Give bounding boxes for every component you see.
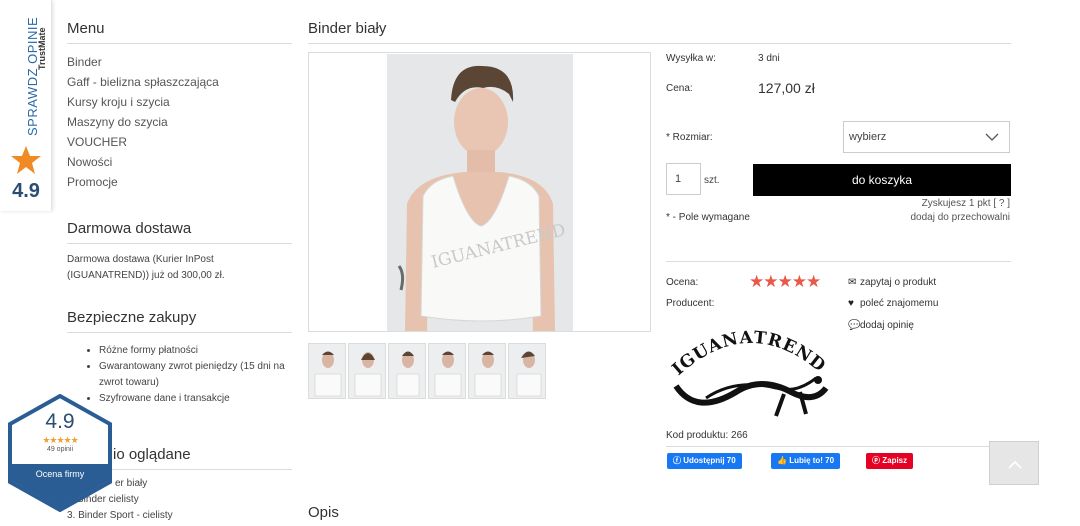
trustmate-brand: TrustMate bbox=[37, 27, 47, 70]
badge-review-count: 49 opinii bbox=[46, 446, 74, 453]
thumbnail-3[interactable] bbox=[388, 343, 426, 399]
thumbnail-6[interactable] bbox=[508, 343, 546, 399]
trustmate-tab[interactable]: SPRAWDZ OPINIE TrustMate 4.9 bbox=[0, 0, 52, 211]
heart-icon: ♥ bbox=[848, 298, 854, 309]
product-title: Binder biały bbox=[308, 20, 1011, 44]
size-select-value: wybierz bbox=[849, 131, 887, 143]
trustmate-score: 4.9 bbox=[12, 180, 40, 202]
thumbnail-4[interactable] bbox=[428, 343, 466, 399]
comment-icon: 💬 bbox=[848, 320, 861, 331]
menu-item-gaff[interactable]: Gaff - bielizna spłaszczająca bbox=[67, 72, 292, 92]
thumbnail-image bbox=[516, 351, 542, 397]
badge-stars: ★★★★★ bbox=[42, 435, 78, 445]
facebook-like-button[interactable]: 👍 Lubię to! 70 bbox=[771, 453, 841, 469]
chevron-down-icon bbox=[985, 133, 999, 141]
thumbnail-image bbox=[396, 351, 420, 397]
list-item: Szyfrowane dane i transakcje bbox=[99, 391, 292, 407]
product-price: 127,00 zł bbox=[758, 80, 815, 96]
facebook-share-button[interactable]: ⓕ Udostępnij 70 bbox=[667, 453, 742, 469]
thumbnail-image bbox=[354, 352, 382, 397]
producer-label: Producent: bbox=[666, 298, 715, 309]
rating-label: Ocena: bbox=[666, 277, 699, 288]
product-photo: IGUANATREND bbox=[387, 54, 573, 331]
description-heading: Opis bbox=[308, 504, 339, 521]
star-icon bbox=[11, 146, 41, 174]
scroll-to-top-button[interactable] bbox=[989, 441, 1039, 485]
thumbnail-image bbox=[474, 351, 502, 397]
list-item: Gwarantowany zwrot pieniędzy (15 dni na … bbox=[99, 359, 292, 391]
product-main-image[interactable]: IGUANATREND bbox=[308, 52, 651, 332]
product-code-value: 266 bbox=[731, 430, 748, 441]
menu-item-kursy[interactable]: Kursy kroju i szycia bbox=[67, 92, 292, 112]
producer-logo[interactable]: IGUANATREND bbox=[666, 318, 836, 423]
safe-shopping-heading: Bezpieczne zakupy bbox=[67, 309, 292, 333]
required-note: * - Pole wymagane bbox=[666, 212, 750, 223]
size-label: * Rozmiar: bbox=[666, 132, 713, 143]
rating-stars: ★★★★★ bbox=[749, 272, 821, 291]
recommend-label: poleć znajomemu bbox=[860, 298, 939, 309]
recommend-link[interactable]: ♥ poleć znajomemu bbox=[848, 298, 938, 309]
thumbs-up-icon: 👍 bbox=[777, 456, 790, 465]
chevron-up-icon bbox=[1008, 460, 1022, 469]
ask-about-product-link[interactable]: ✉ zapytaj o produkt bbox=[848, 277, 936, 288]
quantity-unit: szt. bbox=[704, 175, 720, 186]
envelope-icon: ✉ bbox=[848, 277, 857, 288]
trustmate-vertical-labels: SPRAWDZ OPINIE TrustMate bbox=[0, 14, 52, 139]
thumbnail-1[interactable] bbox=[308, 343, 346, 399]
size-select[interactable]: wybierz bbox=[843, 121, 1010, 153]
badge-label: Ocena firmy bbox=[35, 469, 85, 479]
shipping-value: 3 dni bbox=[758, 53, 780, 64]
shipping-label: Wysyłka w: bbox=[666, 53, 716, 64]
model-illustration: IGUANATREND bbox=[387, 54, 573, 331]
like-label: Lubię to! 70 bbox=[789, 456, 835, 465]
menu-item-binder[interactable]: Binder bbox=[67, 52, 292, 72]
thumbnail-5[interactable] bbox=[468, 343, 506, 399]
add-review-link[interactable]: 💬dodaj opinię bbox=[848, 320, 914, 331]
product-code: Kod produktu: 266 bbox=[666, 430, 748, 441]
quantity-input[interactable]: 1 bbox=[666, 163, 701, 195]
price-label: Cena: bbox=[666, 83, 693, 94]
list-item: Różne formy płatności bbox=[99, 343, 292, 359]
menu-item-maszyny[interactable]: Maszyny do szycia bbox=[67, 112, 292, 132]
thumbnail-2[interactable] bbox=[348, 343, 386, 399]
badge-score: 4.9 bbox=[45, 410, 75, 433]
thumbnail-image bbox=[314, 351, 342, 397]
product-code-label: Kod produktu: bbox=[666, 430, 729, 441]
add-to-cart-button[interactable]: do koszyka bbox=[753, 164, 1011, 196]
share-label: Udostępnij 70 bbox=[683, 456, 736, 465]
menu-item-promocje[interactable]: Promocje bbox=[67, 172, 292, 192]
pinterest-icon: ⓟ bbox=[872, 456, 883, 465]
thumbnail-image bbox=[434, 351, 462, 397]
svg-text:IGUANATREND: IGUANATREND bbox=[668, 328, 829, 380]
shipping-text: Darmowa dostawa (Kurier InPost (IGUANATR… bbox=[67, 254, 225, 281]
divider bbox=[666, 446, 1011, 447]
shipping-heading: Darmowa dostawa bbox=[67, 220, 292, 244]
loyalty-points[interactable]: Zyskujesz 1 pkt [ ? ] bbox=[922, 198, 1010, 209]
logo-text: IGUANATREND bbox=[668, 328, 828, 380]
company-rating-badge[interactable]: 4.9 ★★★★★ 49 opinii Ocena firmy bbox=[6, 394, 114, 512]
divider bbox=[666, 261, 1011, 262]
menu-item-voucher[interactable]: VOUCHER bbox=[67, 132, 292, 152]
ask-about-product-label: zapytaj o produkt bbox=[860, 277, 937, 288]
pinterest-save-button[interactable]: ⓟ Zapisz bbox=[866, 453, 914, 469]
facebook-icon: ⓕ bbox=[673, 456, 684, 465]
menu-list: Binder Gaff - bielizna spłaszczająca Kur… bbox=[67, 52, 292, 192]
iguanatrend-logo: IGUANATREND bbox=[668, 328, 829, 417]
menu-item-nowosci[interactable]: Nowości bbox=[67, 152, 292, 172]
menu-heading: Menu bbox=[67, 20, 292, 44]
pin-label: Zapisz bbox=[882, 456, 908, 465]
add-review-label: dodaj opinię bbox=[860, 320, 914, 331]
add-to-storage-link[interactable]: dodaj do przechowalni bbox=[910, 212, 1010, 223]
